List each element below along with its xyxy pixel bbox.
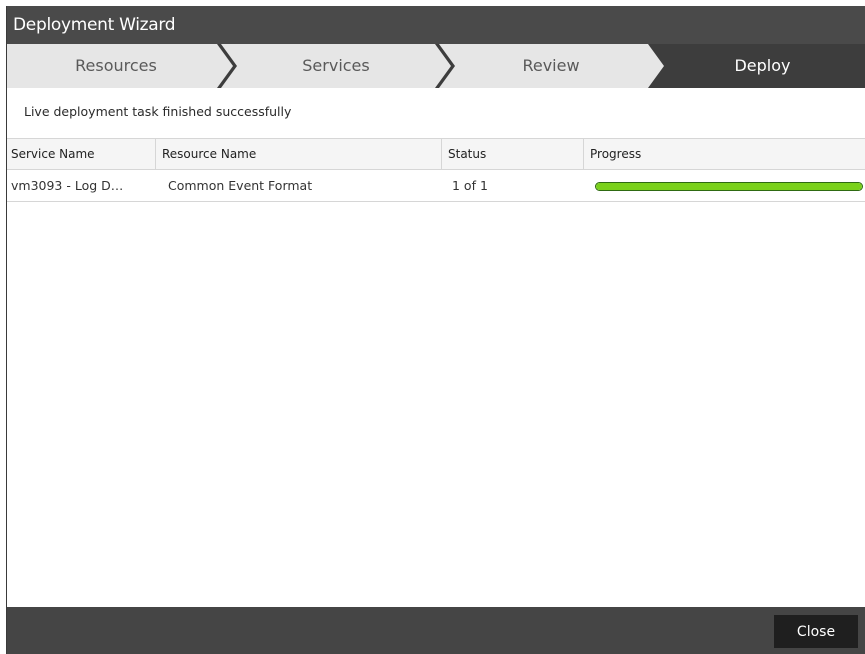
close-button[interactable]: Close: [774, 615, 858, 648]
wizard-stepper: Resources Services Review Deploy: [7, 44, 865, 88]
table-header: Service Name Resource Name Status Progre…: [7, 138, 865, 170]
step-deploy[interactable]: Deploy: [659, 44, 865, 88]
cell-service-name: vm3093 - Log D…: [11, 178, 124, 193]
column-header-resource-name[interactable]: Resource Name: [156, 139, 442, 169]
cell-status: 1 of 1: [452, 178, 488, 193]
cell-resource-name: Common Event Format: [168, 178, 313, 193]
table-row[interactable]: vm3093 - Log D… Common Event Format 1 of…: [7, 170, 865, 202]
wizard-footer: Close: [7, 607, 865, 654]
step-resources[interactable]: Resources: [7, 44, 225, 88]
status-message: Live deployment task finished successful…: [24, 104, 292, 119]
column-header-status[interactable]: Status: [442, 139, 584, 169]
deployment-wizard-window: Deployment Wizard Resources Services Rev…: [6, 6, 865, 654]
column-header-progress[interactable]: Progress: [584, 139, 865, 169]
step-services[interactable]: Services: [229, 44, 443, 88]
progress-bar: [595, 182, 863, 191]
step-review[interactable]: Review: [447, 44, 655, 88]
column-header-service-name[interactable]: Service Name: [7, 139, 156, 169]
progress-bar-fill: [596, 183, 862, 190]
window-title: Deployment Wizard: [7, 6, 865, 44]
